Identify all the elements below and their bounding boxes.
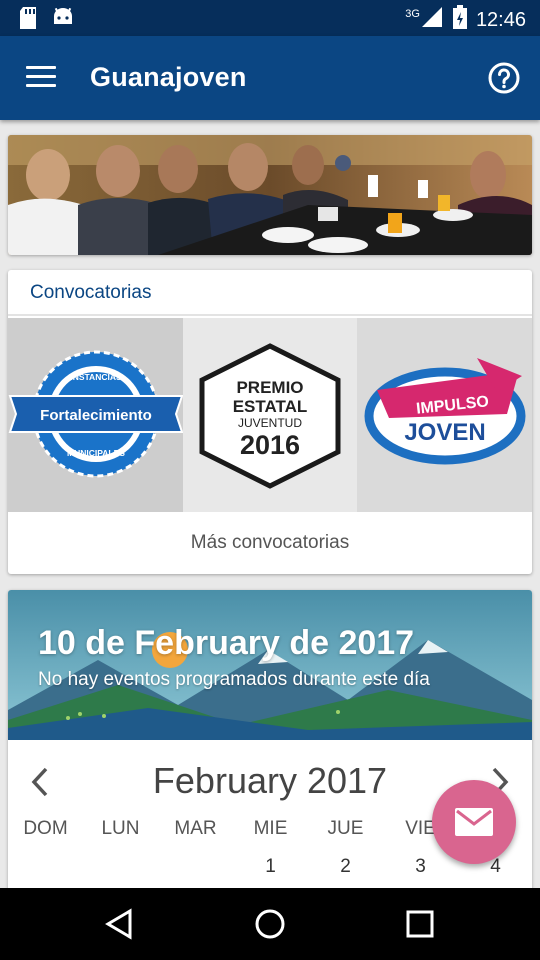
selected-date: 10 de February de 2017 xyxy=(38,624,415,662)
calendar-day[interactable]: 2 xyxy=(308,856,383,878)
fortalecimiento-bottom-text: MUNICIPALES xyxy=(67,448,125,458)
calendar-banner: 10 de February de 2017 No hay eventos pr… xyxy=(8,590,532,740)
email-fab-button[interactable] xyxy=(432,780,516,864)
news-photo-card[interactable] xyxy=(8,135,532,255)
more-convocatorias-button[interactable]: Más convocatorias xyxy=(8,512,532,574)
sd-card-icon xyxy=(18,6,38,35)
convocatoria-premio-estatal[interactable]: PREMIO ESTATAL JUVENTUD 2016 xyxy=(182,318,358,512)
network-type: 3G xyxy=(405,8,420,20)
weekday-label: DOM xyxy=(23,818,68,839)
premio-line1: PREMIO xyxy=(236,378,303,397)
recents-icon[interactable] xyxy=(402,906,442,942)
meeting-photo xyxy=(8,135,532,255)
clock: 12:46 xyxy=(475,8,526,31)
convocatorias-carousel[interactable]: Fortalecimiento INSTANCIAS MUNICIPALES P… xyxy=(8,318,532,512)
calendar-day[interactable]: 3 xyxy=(383,856,458,878)
signal-icon xyxy=(420,5,444,35)
convocatorias-card: Convocatorias Fortalecimiento INSTANCIAS… xyxy=(8,270,532,574)
convocatoria-impulso-joven[interactable]: IMPULSO JOVEN xyxy=(357,318,532,512)
navigation-bar xyxy=(0,888,540,960)
menu-icon[interactable] xyxy=(26,66,56,88)
back-icon[interactable] xyxy=(102,906,142,942)
fortalecimiento-main-text: Fortalecimiento xyxy=(40,407,152,424)
convocatorias-title: Convocatorias xyxy=(8,270,532,316)
fortalecimiento-top-text: INSTANCIAS xyxy=(70,372,122,382)
weekday-label: MIE xyxy=(253,818,288,839)
convocatoria-fortalecimiento[interactable]: Fortalecimiento INSTANCIAS MUNICIPALES xyxy=(8,318,183,512)
weekday-label: LUN xyxy=(101,818,140,839)
weekday-label: JUE xyxy=(327,818,364,839)
premio-year: 2016 xyxy=(240,430,300,460)
status-bar: 3G 12:46 xyxy=(0,0,540,36)
premio-line3: JUVENTUD xyxy=(238,416,302,430)
home-icon[interactable] xyxy=(250,906,290,942)
app-bar: Guanajoven xyxy=(0,36,540,120)
android-icon xyxy=(52,6,74,35)
email-icon xyxy=(455,808,493,836)
no-events-message: No hay eventos programados durante este … xyxy=(38,669,430,690)
premio-line2: ESTATAL xyxy=(232,397,307,416)
calendar-week-row: 1 2 3 4 xyxy=(8,856,532,886)
battery-icon xyxy=(452,4,468,36)
calendar-day[interactable]: 1 xyxy=(233,856,308,878)
weekday-label: MAR xyxy=(174,818,217,839)
app-title: Guanajoven xyxy=(90,62,247,92)
help-icon[interactable] xyxy=(488,62,520,94)
impulso-line2: JOVEN xyxy=(405,419,486,446)
main-content[interactable]: Convocatorias Fortalecimiento INSTANCIAS… xyxy=(0,120,540,888)
